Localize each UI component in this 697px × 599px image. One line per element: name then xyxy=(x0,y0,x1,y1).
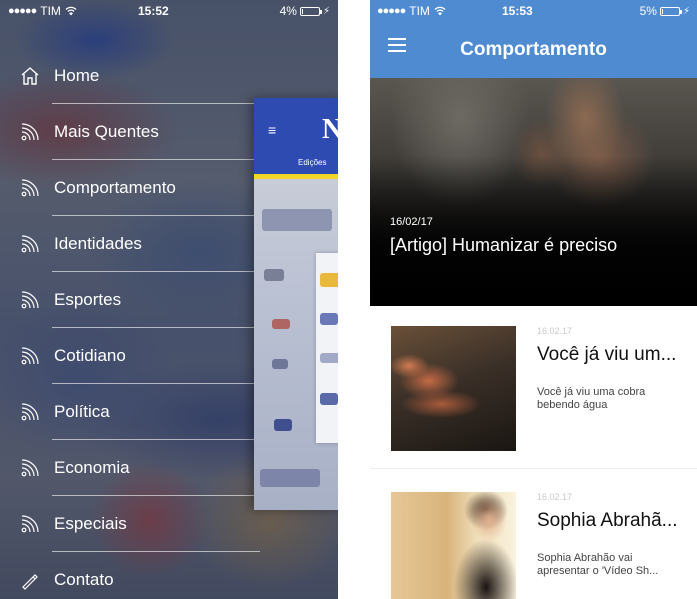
peek-logo: N xyxy=(322,114,338,145)
carrier-label: TIM xyxy=(409,4,430,18)
menu-item-label: Home xyxy=(54,66,100,85)
peek-hamburger-icon: ≡ xyxy=(268,122,277,138)
top-navigation: ●●●●● TIM 15:53 5% ⚡ Comportamento xyxy=(370,0,697,78)
menu-item-pol-tica[interactable]: Política xyxy=(0,384,260,440)
menu-item-label: Especiais xyxy=(54,514,127,533)
article-title: Sophia Abrahã... xyxy=(537,510,678,531)
battery-group: 4% ⚡ xyxy=(280,4,330,18)
wifi-icon xyxy=(434,6,446,16)
peek-newspaper-thumb xyxy=(316,253,338,443)
rss-icon xyxy=(18,288,42,312)
menu-item-label: Contato xyxy=(54,570,114,589)
menu-item-label: Identidades xyxy=(54,234,142,253)
side-menu: Home Mais Quentes Comportamento Identidades… xyxy=(0,48,260,599)
charging-bolt-icon: ⚡ xyxy=(682,5,690,17)
battery-percent: 5% xyxy=(639,4,657,18)
rss-icon xyxy=(18,512,42,536)
battery-icon xyxy=(299,6,322,16)
home-icon xyxy=(18,64,42,88)
menu-item-esportes[interactable]: Esportes xyxy=(0,272,260,328)
menu-item-economia[interactable]: Economia xyxy=(0,440,260,496)
menu-item-identidades[interactable]: Identidades xyxy=(0,216,260,272)
rss-icon xyxy=(18,120,42,144)
right-phone-screen: ●●●●● TIM 15:53 5% ⚡ Comportamento 16/02… xyxy=(370,0,697,599)
status-time: 15:52 xyxy=(138,4,169,18)
charging-bolt-icon: ⚡ xyxy=(322,5,330,17)
article-date: 16.02.17 xyxy=(537,492,573,502)
battery-percent: 4% xyxy=(279,4,297,18)
menu-item-label: Mais Quentes xyxy=(54,122,159,141)
menu-item-label: Comportamento xyxy=(54,178,176,197)
article-card[interactable]: 16.02.17 Você já viu um... Você já viu u… xyxy=(370,306,697,451)
status-bar: ●●●●● TIM 15:52 4% ⚡ xyxy=(0,0,338,22)
hero-date: 16/02/17 xyxy=(390,216,433,228)
menu-item-comportamento[interactable]: Comportamento xyxy=(0,160,260,216)
carrier-label: TIM xyxy=(40,4,61,18)
peek-header: ≡ N xyxy=(254,98,338,150)
rss-icon xyxy=(18,456,42,480)
menu-item-home[interactable]: Home xyxy=(0,48,260,104)
menu-item-especiais[interactable]: Especiais xyxy=(0,496,260,552)
hero-title: [Artigo] Humanizar é preciso xyxy=(390,235,618,255)
rss-icon xyxy=(18,176,42,200)
menu-item-cotidiano[interactable]: Cotidiano xyxy=(0,328,260,384)
hero-article[interactable]: 16/02/17 [Artigo] Humanizar é preciso xyxy=(370,78,697,306)
peek-tab: Edições xyxy=(254,150,338,174)
carrier-group: ●●●●● TIM xyxy=(377,4,502,18)
app-preview-peek[interactable]: ≡ N Edições xyxy=(254,98,338,510)
signal-dots-icon: ●●●●● xyxy=(8,5,37,17)
status-bar: ●●●●● TIM 15:53 5% ⚡ xyxy=(370,0,697,22)
article-title: Você já viu um... xyxy=(537,344,677,365)
article-summary: Você já viu uma cobra bebendo água xyxy=(537,386,646,411)
article-thumbnail xyxy=(391,492,516,599)
menu-item-label: Economia xyxy=(54,458,130,477)
left-phone-screen: ●●●●● TIM 15:52 4% ⚡ Home Mais Quentes Com… xyxy=(0,0,338,599)
rss-icon xyxy=(18,400,42,424)
menu-item-contato[interactable]: Contato xyxy=(0,552,260,599)
hamburger-menu-icon[interactable] xyxy=(388,38,406,54)
carrier-group: ●●●●● TIM xyxy=(8,4,138,18)
menu-item-mais-quentes[interactable]: Mais Quentes xyxy=(0,104,260,160)
article-summary: Sophia Abrahão vai apresentar o 'Vídeo S… xyxy=(537,552,659,577)
status-time: 15:53 xyxy=(502,4,533,18)
rss-icon xyxy=(18,344,42,368)
battery-icon xyxy=(659,6,682,16)
signal-dots-icon: ●●●●● xyxy=(377,5,406,17)
list-divider xyxy=(370,468,697,469)
contact-icon xyxy=(18,568,42,592)
nav-bar: Comportamento xyxy=(370,22,697,78)
battery-group: 5% ⚡ xyxy=(640,4,690,18)
menu-item-label: Política xyxy=(54,402,110,421)
wifi-icon xyxy=(65,6,77,16)
menu-item-label: Esportes xyxy=(54,290,122,309)
article-thumbnail xyxy=(391,326,516,451)
page-title: Comportamento xyxy=(460,39,607,60)
article-card[interactable]: 16.02.17 Sophia Abrahã... Sophia Abrahão… xyxy=(370,472,697,599)
article-date: 16.02.17 xyxy=(537,326,573,336)
rss-icon xyxy=(18,232,42,256)
menu-item-label: Cotidiano xyxy=(54,346,126,365)
